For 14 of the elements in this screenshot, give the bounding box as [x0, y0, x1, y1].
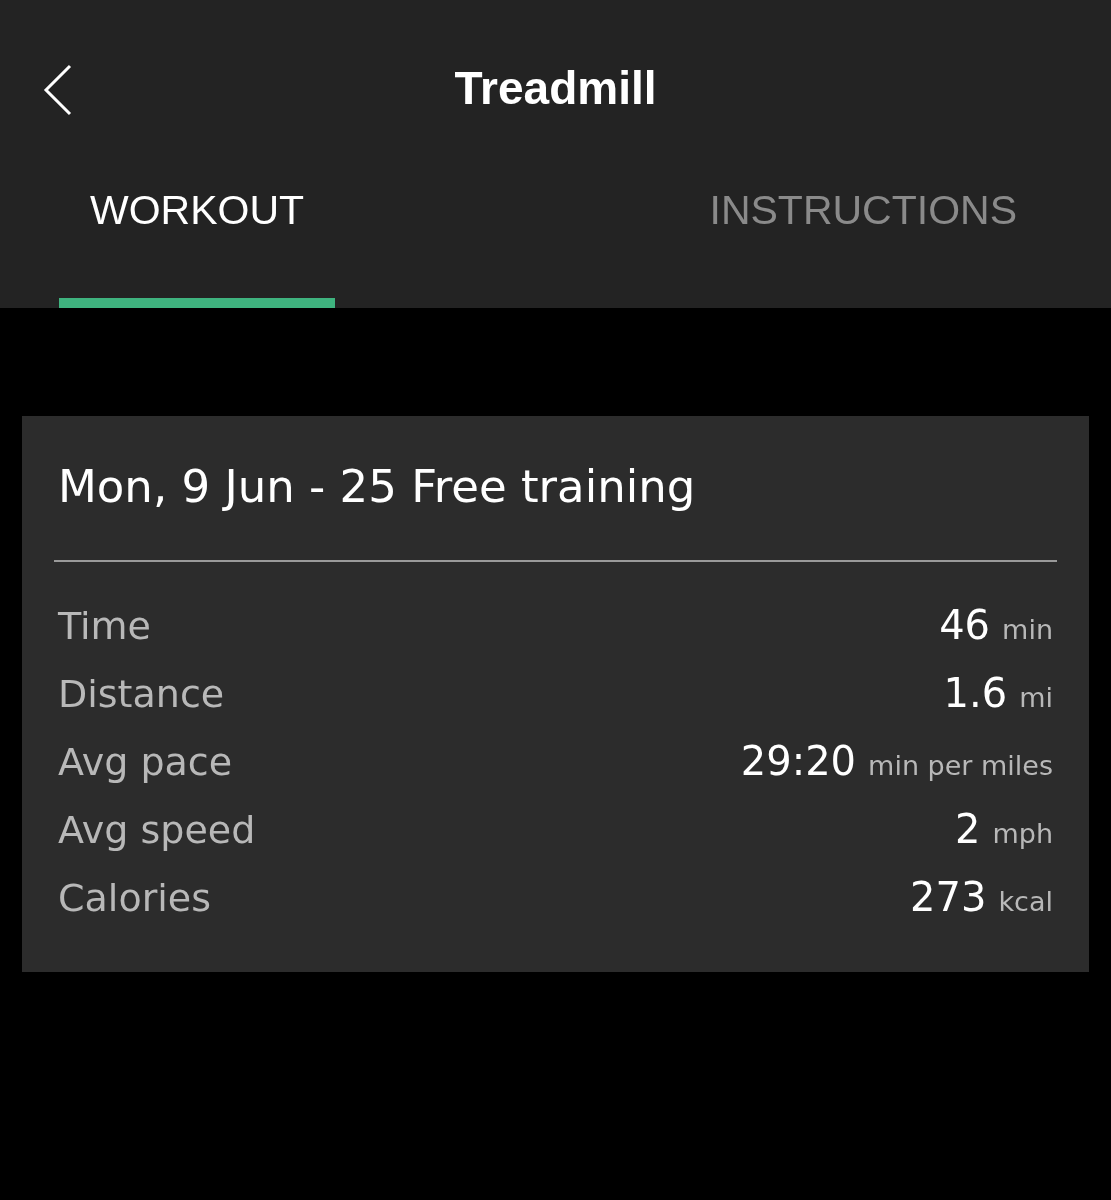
- stat-label: Avg speed: [58, 808, 256, 852]
- stat-value: 273 kcal: [910, 874, 1053, 920]
- tab[interactable]: WORKOUT: [59, 175, 335, 308]
- stat-value: 2 mph: [955, 806, 1053, 852]
- stat-label: Calories: [58, 876, 211, 920]
- stat-value: 29:20 min per miles: [740, 738, 1053, 784]
- screen-title: Treadmill: [454, 60, 657, 115]
- stat-label: Time: [58, 604, 151, 648]
- stat-label: Avg pace: [58, 740, 233, 784]
- workout-title: Mon, 9 Jun - 25 Free training: [58, 460, 697, 514]
- tab[interactable]: INSTRUCTIONS: [709, 175, 1017, 308]
- stat-value: 46 min: [939, 602, 1053, 648]
- stat-value: 1.6 mi: [943, 670, 1053, 716]
- stat-label: Distance: [58, 672, 225, 716]
